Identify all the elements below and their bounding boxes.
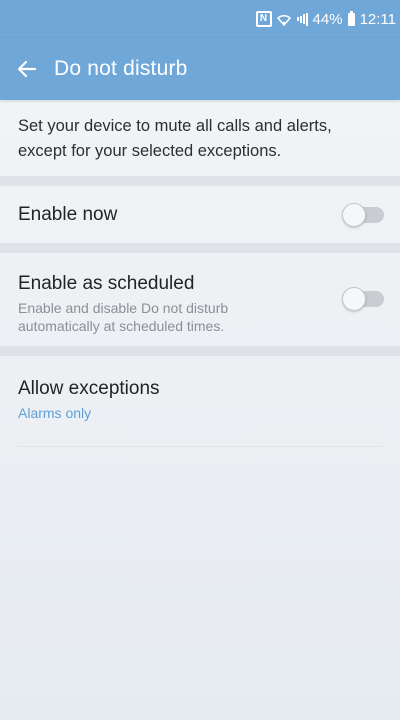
section-divider [0,346,400,356]
battery-icon [347,10,355,26]
allow-exceptions-label: Allow exceptions [18,378,160,399]
toggle-knob [342,287,366,311]
toggle-knob [342,203,366,227]
signal-icon [296,12,308,26]
back-arrow-icon[interactable] [16,58,38,80]
enable-now-label: Enable now [18,203,118,225]
battery-percent: 44% [312,10,343,28]
enable-scheduled-summary: Enable and disable Do not disturb automa… [18,300,229,334]
allow-exceptions-value: Alarms only [18,405,92,421]
section-divider [0,176,400,186]
settings-content: Set your device to mute all calls and al… [0,100,400,447]
list-divider [18,446,382,447]
enable-scheduled-label: Enable as scheduled [18,273,195,294]
enable-scheduled-toggle[interactable] [342,287,384,311]
phone-screen: N 44% 12:11 Do not disturb Set your devi… [0,0,400,720]
wifi-icon [276,13,291,26]
page-title: Do not disturb [54,57,188,80]
enable-scheduled-row[interactable]: Enable as scheduled Enable and disable D… [0,253,400,346]
app-bar: Do not disturb [0,38,400,100]
nfc-icon: N [255,11,272,27]
enable-now-row[interactable]: Enable now [0,186,400,243]
allow-exceptions-row[interactable]: Allow exceptions Alarms only [0,356,400,446]
section-divider [0,243,400,253]
enable-now-toggle[interactable] [342,203,384,227]
clock: 12:11 [359,10,396,28]
description-text: Set your device to mute all calls and al… [18,117,332,160]
status-bar: N 44% 12:11 [0,0,400,38]
